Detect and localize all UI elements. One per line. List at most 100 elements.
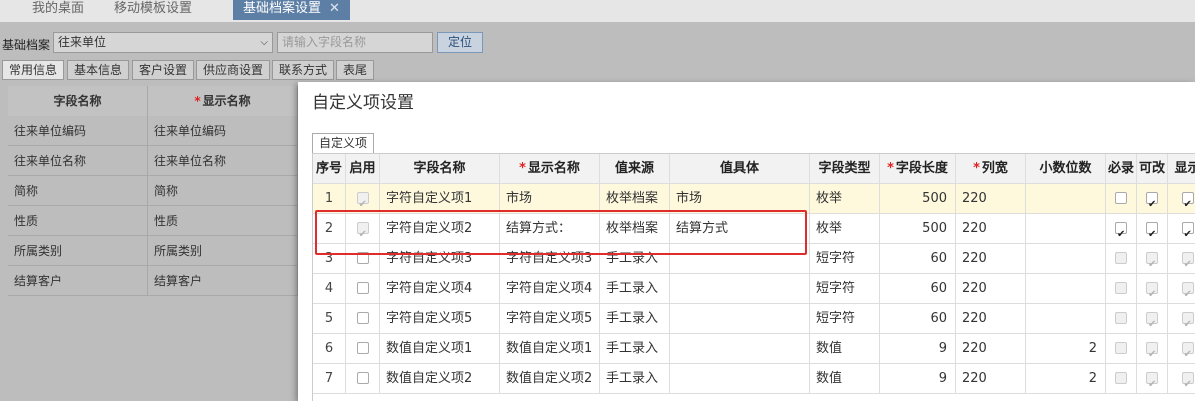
show-cell[interactable] bbox=[1168, 274, 1195, 304]
required-checkbox[interactable] bbox=[1115, 341, 1127, 354]
enabled-checkbox[interactable] bbox=[356, 311, 369, 324]
archive-select[interactable]: 往来单位 ⌵ bbox=[53, 32, 273, 53]
tab-customer-settings[interactable]: 客户设置 bbox=[132, 60, 195, 80]
show-cell[interactable] bbox=[1168, 214, 1195, 244]
enabled-cell[interactable] bbox=[346, 334, 380, 364]
show-checkbox[interactable] bbox=[1181, 310, 1194, 334]
source-cell: 手工录入 bbox=[600, 364, 670, 394]
editable-cell[interactable] bbox=[1137, 364, 1168, 394]
show-checkbox[interactable] bbox=[1181, 190, 1194, 214]
tab-supplier-settings[interactable]: 供应商设置 bbox=[196, 60, 271, 80]
editable-checkbox[interactable] bbox=[1146, 250, 1158, 274]
table-row[interactable]: 5 字符自定义项5 字符自定义项5 手工录入 短字符 60 220 bbox=[313, 304, 1195, 334]
enabled-cell[interactable] bbox=[346, 214, 380, 244]
tab-basic-info[interactable]: 基本信息 bbox=[67, 60, 130, 80]
table-row[interactable]: 3 字符自定义项3 字符自定义项3 手工录入 短字符 60 220 bbox=[313, 244, 1195, 274]
show-cell[interactable] bbox=[1168, 304, 1195, 334]
header-display-name: * 显示名称 bbox=[148, 86, 298, 116]
tab-contact[interactable]: 联系方式 bbox=[272, 60, 335, 80]
table-row[interactable]: 1字符自定义项1市场枚举档案市场枚举500220 bbox=[313, 184, 1195, 214]
source-cell: 枚举档案 bbox=[600, 214, 670, 244]
locate-button[interactable]: 定位 bbox=[437, 32, 483, 53]
editable-cell[interactable] bbox=[1137, 244, 1168, 274]
show-checkbox[interactable] bbox=[1181, 370, 1194, 394]
show-checkbox[interactable] bbox=[1181, 220, 1194, 244]
required-checkbox[interactable] bbox=[1115, 371, 1127, 384]
tab-mobile-template[interactable]: 移动模板设置 bbox=[114, 0, 192, 20]
field-search-input[interactable]: 请输入字段名称 bbox=[277, 32, 433, 53]
tab-my-desktop[interactable]: 我的桌面 bbox=[32, 0, 84, 20]
editable-checkbox[interactable] bbox=[1146, 220, 1158, 244]
editable-cell[interactable] bbox=[1137, 334, 1168, 364]
source-cell: 枚举档案 bbox=[600, 184, 670, 214]
enabled-cell[interactable] bbox=[346, 184, 380, 214]
required-checkbox[interactable] bbox=[1115, 191, 1127, 204]
value-cell bbox=[670, 304, 810, 334]
required-cell[interactable] bbox=[1106, 214, 1137, 244]
enabled-checkbox[interactable] bbox=[356, 371, 369, 384]
field-cell: 字符自定义项3 bbox=[380, 244, 500, 274]
required-cell[interactable] bbox=[1106, 334, 1137, 364]
enabled-checkbox[interactable] bbox=[356, 341, 369, 354]
display-cell: 数值自定义项1 bbox=[500, 334, 600, 364]
show-cell[interactable] bbox=[1168, 334, 1195, 364]
editable-cell[interactable] bbox=[1137, 184, 1168, 214]
required-cell[interactable] bbox=[1106, 244, 1137, 274]
enabled-checkbox[interactable] bbox=[356, 220, 369, 244]
tab-custom-fields[interactable]: 自定义项 bbox=[312, 133, 375, 153]
value-cell bbox=[670, 244, 810, 274]
required-checkbox[interactable] bbox=[1115, 281, 1127, 294]
required-cell[interactable] bbox=[1106, 184, 1137, 214]
editable-checkbox[interactable] bbox=[1146, 310, 1158, 334]
tab-common-info[interactable]: 常用信息 bbox=[2, 60, 65, 80]
show-cell[interactable] bbox=[1168, 244, 1195, 274]
enabled-checkbox[interactable] bbox=[356, 190, 369, 214]
tab-label: 基础档案设置 bbox=[243, 1, 322, 16]
enabled-cell[interactable] bbox=[346, 304, 380, 334]
table-row[interactable]: 往来单位名称 往来单位名称 bbox=[8, 146, 298, 176]
show-checkbox[interactable] bbox=[1181, 250, 1194, 274]
table-row[interactable]: 7 数值自定义项2 数值自定义项2 手工录入 数值 9 220 2 bbox=[313, 364, 1195, 394]
top-tab-bar: 我的桌面 移动模板设置 基础档案设置 ✕ bbox=[0, 0, 1195, 22]
enabled-checkbox[interactable] bbox=[356, 251, 369, 264]
editable-cell[interactable] bbox=[1137, 274, 1168, 304]
decimals-cell bbox=[1026, 214, 1106, 244]
required-cell[interactable] bbox=[1106, 304, 1137, 334]
editable-checkbox[interactable] bbox=[1146, 340, 1158, 364]
close-icon[interactable]: ✕ bbox=[329, 1, 340, 16]
editable-cell[interactable] bbox=[1137, 304, 1168, 334]
editable-checkbox[interactable] bbox=[1146, 370, 1158, 394]
length-cell: 500 bbox=[880, 214, 956, 244]
table-row[interactable]: 简称 简称 bbox=[8, 176, 298, 206]
decimals-cell: 2 bbox=[1026, 364, 1106, 394]
enabled-cell[interactable] bbox=[346, 274, 380, 304]
table-row[interactable]: 所属类别 所属类别 bbox=[8, 236, 298, 266]
table-row[interactable]: 6 数值自定义项1 数值自定义项1 手工录入 数值 9 220 2 bbox=[313, 334, 1195, 364]
required-cell[interactable] bbox=[1106, 274, 1137, 304]
table-row[interactable]: 结算客户 结算客户 bbox=[8, 266, 298, 296]
required-checkbox[interactable] bbox=[1115, 220, 1127, 244]
required-cell[interactable] bbox=[1106, 364, 1137, 394]
table-row[interactable]: 往来单位编码 往来单位编码 bbox=[8, 116, 298, 146]
table-row[interactable]: 4 字符自定义项4 字符自定义项4 手工录入 短字符 60 220 bbox=[313, 274, 1195, 304]
enabled-checkbox[interactable] bbox=[356, 281, 369, 294]
show-checkbox[interactable] bbox=[1181, 280, 1194, 304]
custom-field-grid: 序号 启用 字段名称 * 显示名称 值来源 值具体 字段类型 * 字段长度 * 列宽 … bbox=[312, 153, 1195, 401]
table-row[interactable]: 性质 性质 bbox=[8, 206, 298, 236]
editable-cell[interactable] bbox=[1137, 214, 1168, 244]
show-cell[interactable] bbox=[1168, 364, 1195, 394]
tab-footer[interactable]: 表尾 bbox=[336, 60, 375, 80]
required-checkbox[interactable] bbox=[1115, 251, 1127, 264]
col-value-detail: 值具体 bbox=[670, 154, 810, 184]
show-cell[interactable] bbox=[1168, 184, 1195, 214]
required-checkbox[interactable] bbox=[1115, 311, 1127, 324]
tab-basic-archive[interactable]: 基础档案设置 ✕ bbox=[233, 0, 350, 20]
editable-checkbox[interactable] bbox=[1146, 190, 1158, 214]
editable-checkbox[interactable] bbox=[1146, 280, 1158, 304]
show-checkbox[interactable] bbox=[1181, 340, 1194, 364]
table-row[interactable]: 2 字符自定义项2结算方式：枚举档案结算方式枚举500220 bbox=[313, 214, 1195, 244]
enabled-cell[interactable] bbox=[346, 364, 380, 394]
col-col-width: * 列宽 bbox=[956, 154, 1026, 184]
header-field-name: 字段名称 bbox=[8, 86, 148, 116]
enabled-cell[interactable] bbox=[346, 244, 380, 274]
